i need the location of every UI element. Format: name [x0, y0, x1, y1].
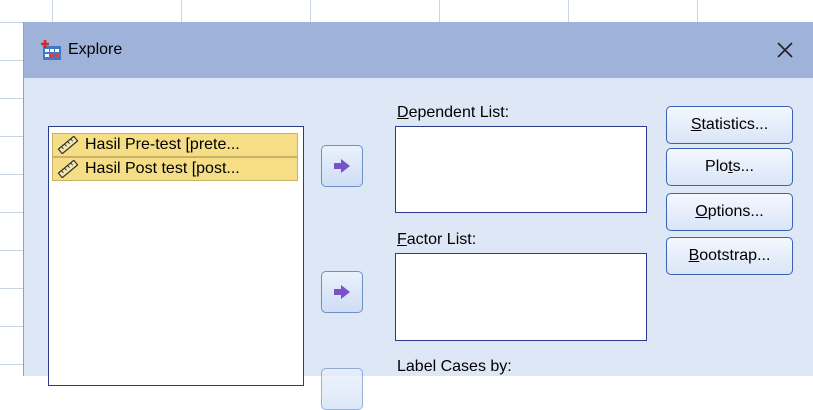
- close-button[interactable]: [757, 22, 813, 78]
- title-bar: Explore: [24, 22, 813, 78]
- move-to-label-cases-button[interactable]: [321, 368, 363, 410]
- statistics-button[interactable]: Statistics...: [666, 106, 793, 144]
- variable-label: Hasil Pre-test [prete...: [85, 136, 240, 153]
- ruler-icon: [57, 160, 79, 178]
- bootstrap-button[interactable]: Bootstrap...: [666, 237, 793, 275]
- list-item[interactable]: Hasil Pre-test [prete...: [52, 133, 298, 157]
- explore-app-icon: [41, 40, 61, 60]
- close-icon: [777, 42, 793, 58]
- factor-list-label: Factor List:: [397, 231, 477, 248]
- source-variable-list[interactable]: Hasil Pre-test [prete... Hasil Post test…: [48, 126, 304, 386]
- arrow-right-icon: [334, 159, 350, 173]
- dependent-list-label: Dependent List:: [397, 104, 510, 121]
- factor-list[interactable]: [395, 253, 647, 341]
- label-cases-label: Label Cases by:: [397, 358, 512, 375]
- dialog-title: Explore: [68, 41, 123, 58]
- explore-dialog: Explore Hasil Pre-test [prete... Hasil P…: [23, 22, 813, 410]
- list-item[interactable]: Hasil Post test [post...: [52, 157, 298, 181]
- ruler-icon: [57, 136, 79, 154]
- dependent-list[interactable]: [395, 126, 647, 213]
- options-button[interactable]: Options...: [666, 193, 793, 231]
- move-to-dependent-button[interactable]: [321, 145, 363, 187]
- move-to-factor-button[interactable]: [321, 271, 363, 313]
- arrow-right-icon: [334, 285, 350, 299]
- variable-label: Hasil Post test [post...: [85, 160, 240, 177]
- plots-button[interactable]: Plo t s...: [666, 148, 793, 186]
